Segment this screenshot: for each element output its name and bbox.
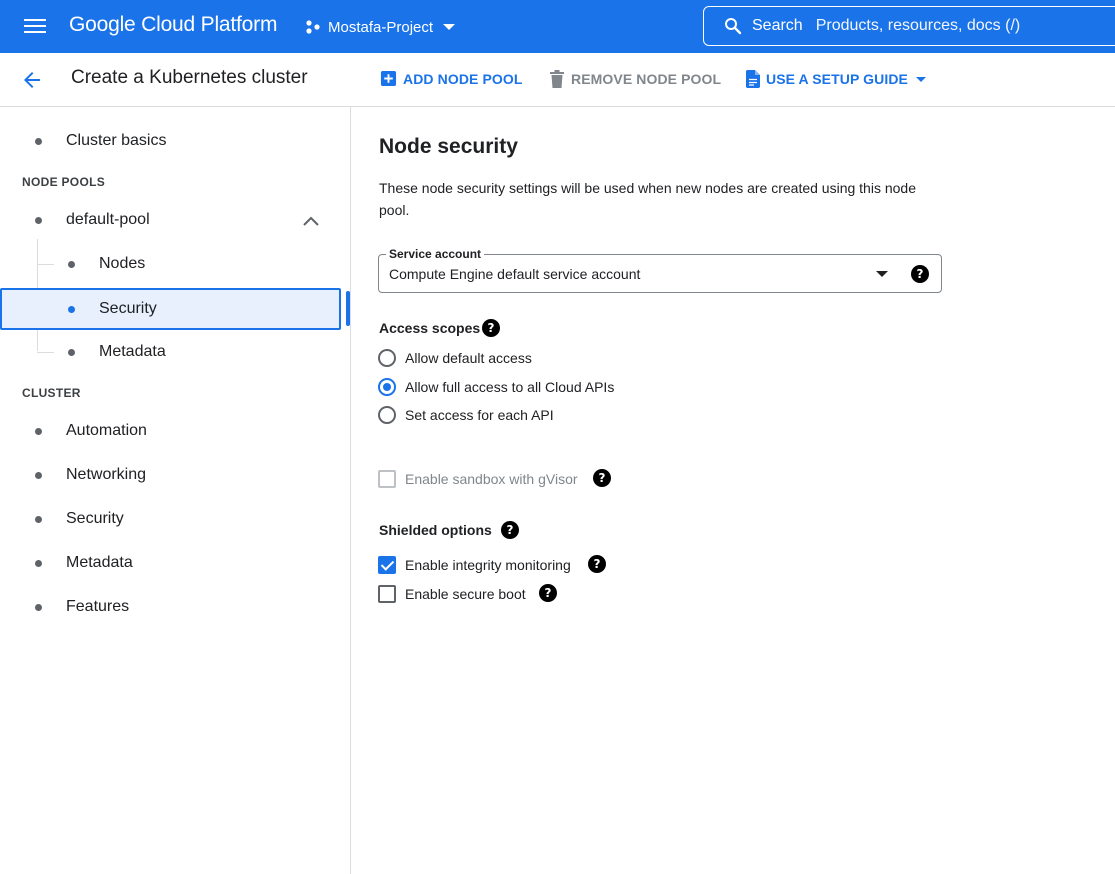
search-bar[interactable]: Search Products, resources, docs (/) [703, 6, 1115, 46]
bullet-icon [35, 471, 42, 479]
checkbox-label: Enable integrity monitoring [405, 557, 571, 573]
sidebar-item-pool-metadata[interactable]: Metadata [0, 332, 341, 372]
page-title: Create a Kubernetes cluster [71, 67, 308, 88]
help-icon[interactable]: ? [539, 584, 557, 602]
sidebar-item-cluster-security[interactable]: Security [0, 499, 341, 539]
sidebar-item-label: Metadata [99, 343, 166, 360]
service-account-value: Compute Engine default service account [389, 266, 641, 282]
bullet-icon [35, 559, 42, 567]
search-label: Search [752, 17, 803, 34]
sidebar-item-label: Automation [66, 422, 147, 439]
sidebar-item-label: Security [66, 510, 124, 527]
top-app-bar: Google Cloud Platform Mostafa-Project Se… [0, 0, 1115, 53]
bullet-icon [35, 603, 42, 611]
sidebar-item-label: Security [99, 300, 157, 317]
remove-node-pool-label: REMOVE NODE POOL [571, 71, 722, 87]
radio-button[interactable] [378, 378, 396, 396]
section-title: Node security [379, 135, 518, 158]
project-selector[interactable]: Mostafa-Project [305, 15, 456, 39]
bullet-icon [35, 515, 42, 523]
sidebar-item-pool-security[interactable]: Security [0, 288, 341, 330]
dropdown-caret-icon [916, 76, 926, 82]
dropdown-caret-icon [876, 271, 888, 277]
sidebar-item-automation[interactable]: Automation [0, 411, 341, 451]
help-icon[interactable]: ? [482, 319, 500, 337]
search-icon [725, 18, 742, 35]
radio-button[interactable] [378, 349, 396, 367]
radio-button[interactable] [378, 406, 396, 424]
document-icon [746, 70, 760, 88]
sidebar-nav: Cluster basics NODE POOLS default-pool N… [0, 107, 351, 874]
sidebar-item-label: Cluster basics [66, 132, 167, 149]
section-heading-cluster: CLUSTER [22, 386, 81, 400]
add-node-pool-label: ADD NODE POOL [403, 70, 523, 87]
sidebar-item-label: Features [66, 598, 130, 615]
chevron-up-icon[interactable] [301, 211, 321, 231]
remove-node-pool-button[interactable]: REMOVE NODE POOL [549, 70, 721, 88]
sidebar-item-networking[interactable]: Networking [0, 455, 341, 495]
checkbox[interactable] [378, 470, 396, 488]
service-account-label: Service account [386, 247, 485, 261]
bullet-icon [68, 305, 75, 313]
page-header: Create a Kubernetes cluster ADD NODE POO… [0, 53, 1115, 107]
dropdown-caret-icon [443, 24, 456, 30]
back-arrow-icon[interactable] [20, 68, 44, 92]
checkbox[interactable] [378, 556, 396, 574]
checkbox-label: Enable secure boot [405, 586, 526, 602]
radio-label: Allow full access to all Cloud APIs [405, 379, 615, 395]
radio-allow-default-access[interactable]: Allow default access [378, 347, 532, 369]
setup-guide-button[interactable]: USE A SETUP GUIDE [746, 70, 926, 88]
checkbox-secure-boot[interactable]: Enable secure boot [378, 583, 526, 605]
radio-allow-full-access[interactable]: Allow full access to all Cloud APIs [378, 376, 614, 398]
sidebar-item-features[interactable]: Features [0, 587, 341, 627]
main-content: Node security These node security settin… [352, 107, 1115, 874]
section-heading-node-pools: NODE POOLS [22, 175, 106, 189]
help-icon[interactable]: ? [593, 469, 611, 487]
setup-guide-label: USE A SETUP GUIDE [766, 71, 908, 87]
radio-label: Allow default access [405, 350, 532, 366]
project-hub-icon [306, 20, 320, 34]
help-icon[interactable]: ? [911, 265, 929, 283]
checkbox-label: Enable sandbox with gVisor [405, 471, 578, 487]
add-node-pool-button[interactable]: ADD NODE POOL [380, 70, 523, 87]
access-scopes-label: Access scopes [379, 320, 481, 336]
trash-icon [550, 70, 564, 88]
help-icon[interactable]: ? [501, 521, 519, 539]
bullet-icon [68, 260, 75, 268]
add-box-icon [380, 70, 397, 87]
bullet-icon [35, 216, 42, 224]
project-name: Mostafa-Project [328, 18, 434, 36]
brand-name[interactable]: Google Cloud Platform [69, 13, 277, 37]
sidebar-item-cluster-basics[interactable]: Cluster basics [0, 121, 341, 161]
sidebar-item-label: default-pool [66, 211, 150, 228]
checkbox-integrity-monitoring[interactable]: Enable integrity monitoring [378, 554, 571, 576]
active-indicator [346, 291, 350, 326]
sidebar-item-cluster-metadata[interactable]: Metadata [0, 543, 341, 583]
radio-label: Set access for each API [405, 407, 554, 423]
service-account-select[interactable]: Service account Compute Engine default s… [378, 247, 942, 293]
sidebar-item-label: Metadata [66, 554, 133, 571]
checkbox-enable-sandbox[interactable]: Enable sandbox with gVisor [378, 468, 578, 490]
sidebar-item-label: Nodes [99, 255, 146, 272]
sidebar-item-default-pool[interactable]: default-pool [0, 200, 341, 240]
bullet-icon [35, 427, 42, 435]
bullet-icon [68, 348, 75, 356]
hamburger-menu-icon[interactable] [22, 16, 48, 38]
sidebar-item-label: Networking [66, 466, 147, 483]
bullet-icon [35, 137, 42, 145]
shielded-options-label: Shielded options [379, 522, 492, 538]
radio-set-access-per-api[interactable]: Set access for each API [378, 404, 554, 426]
checkbox[interactable] [378, 585, 396, 603]
help-icon[interactable]: ? [588, 555, 606, 573]
sidebar-item-nodes[interactable]: Nodes [0, 244, 341, 284]
search-placeholder: Products, resources, docs (/) [815, 17, 1021, 34]
section-description: These node security settings will be use… [379, 180, 916, 218]
